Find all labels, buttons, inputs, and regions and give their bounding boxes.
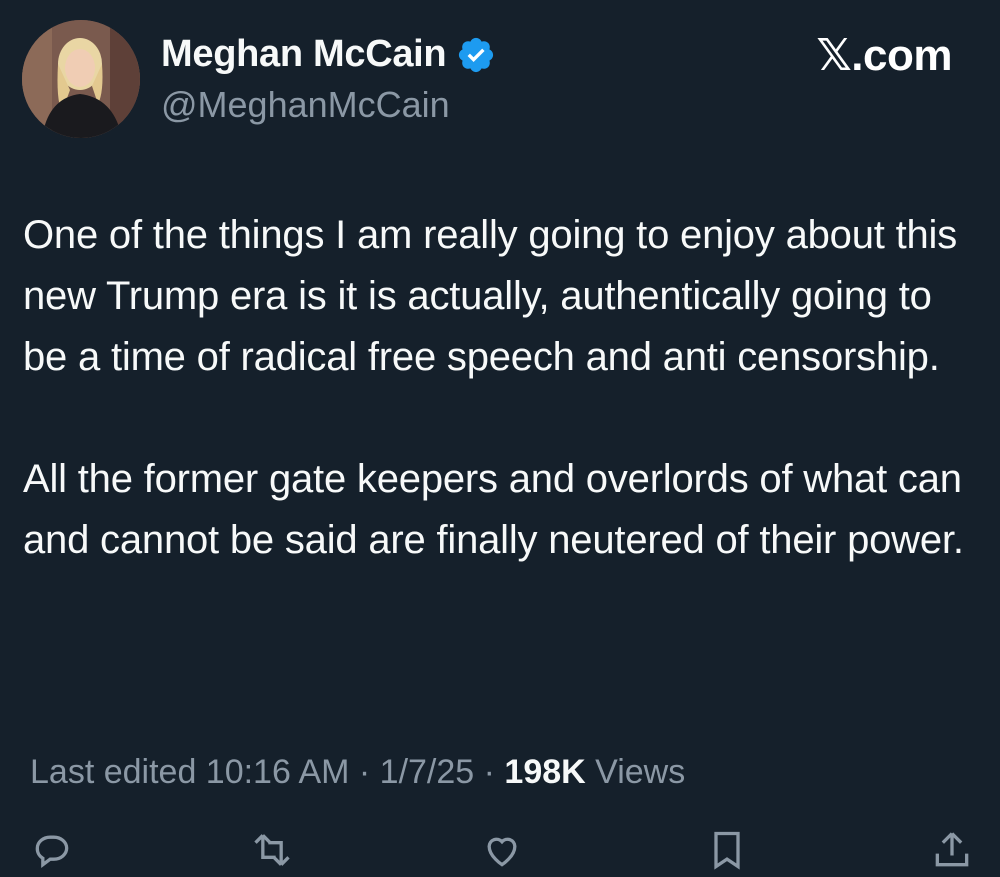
share-icon[interactable] (930, 828, 974, 872)
tweet-date[interactable]: 1/7/25 (380, 753, 475, 791)
meta-separator: · (349, 753, 380, 791)
tweet-paragraph: All the former gate keepers and overlord… (23, 457, 964, 562)
author-handle[interactable]: @MeghanMcCain (161, 84, 450, 126)
tweet-paragraph: One of the things I am really going to e… (23, 213, 958, 379)
views-count: 198K (504, 753, 586, 791)
avatar[interactable] (22, 20, 140, 138)
profile-photo-icon (22, 20, 140, 138)
views-label: Views (585, 753, 686, 791)
x-com-logo: 𝕏.com (816, 31, 952, 80)
like-icon[interactable] (480, 828, 524, 872)
edited-label: Last edited (30, 753, 206, 791)
tweet-card: Meghan McCain @MeghanMcCain 𝕏.com One of… (0, 0, 1000, 870)
tweet-time[interactable]: 10:16 AM (206, 753, 350, 791)
bookmark-icon[interactable] (705, 828, 749, 872)
meta-separator: · (474, 753, 505, 791)
verified-badge-icon (456, 35, 496, 75)
tweet-metadata: Last edited 10:16 AM · 1/7/25 · 198K Vie… (30, 753, 685, 792)
tweet-text: One of the things I am really going to e… (23, 205, 973, 571)
reply-icon[interactable] (30, 828, 74, 872)
author-display-name[interactable]: Meghan McCain (161, 33, 447, 76)
retweet-icon[interactable] (250, 828, 294, 872)
author-name-row: Meghan McCain (161, 33, 496, 76)
tweet-actions-bar (0, 828, 1000, 870)
